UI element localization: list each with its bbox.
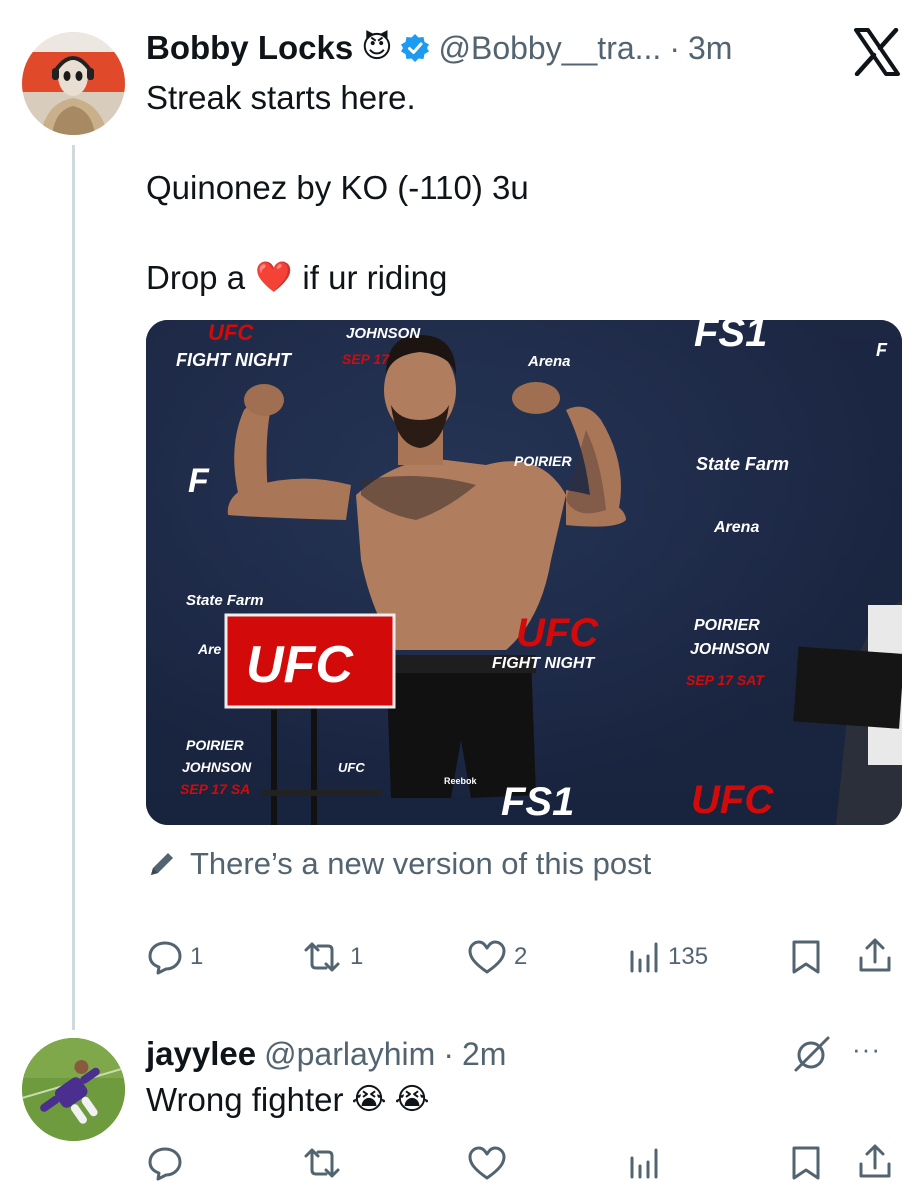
edit-notice-text: There’s a new version of this post (190, 846, 652, 881)
reply-author-handle[interactable]: @parlayhim (264, 1036, 435, 1073)
reply-repost-icon[interactable] (300, 1144, 344, 1187)
author-name[interactable]: Bobby Locks (146, 29, 353, 67)
reply-button[interactable]: 1 (146, 938, 203, 976)
reply-like-icon[interactable] (466, 1144, 508, 1187)
crying-emoji-icon-1: 😭 (351, 1083, 387, 1116)
reply-icon (146, 938, 184, 976)
like-icon (466, 938, 508, 976)
thread-line (72, 145, 75, 1030)
reply-count: 1 (190, 943, 204, 970)
backdrop-text-16: State Farm (186, 592, 264, 609)
backdrop-text-12: FIGHT NIGHT (492, 655, 595, 672)
backdrop-text-9: Arena (713, 519, 759, 536)
backdrop-text-1: UFC (208, 320, 254, 345)
backdrop-text-13: POIRIER (694, 617, 760, 634)
post-text-line-3-end: if ur riding (302, 259, 448, 296)
reply-header: jayylee @parlayhim · 2m (146, 1032, 506, 1076)
repost-count: 1 (350, 943, 364, 970)
reply-bookmark-icon[interactable] (788, 1144, 824, 1187)
backdrop-text-20: SEP 17 SA (180, 781, 250, 797)
backdrop-text-6: FS1 (694, 320, 767, 355)
bookmark-icon[interactable] (788, 938, 824, 981)
post-text-line-3: Drop a ❤️ if ur riding (146, 256, 447, 300)
backdrop-text-14: JOHNSON (690, 641, 770, 658)
backdrop-text-3: JOHNSON (346, 325, 421, 342)
author-handle[interactable]: @Bobby__tra... (438, 30, 661, 67)
backdrop-text-10: POIRIER (514, 453, 572, 469)
more-icon[interactable]: ··· (852, 1034, 881, 1065)
backdrop-text-4: SEP 17 (342, 351, 390, 367)
grok-icon[interactable] (790, 1032, 834, 1081)
reply-timestamp[interactable]: 2m (462, 1036, 506, 1073)
reply-views-icon[interactable] (628, 1144, 662, 1187)
x-logo-icon[interactable] (852, 27, 902, 77)
reply-author-name[interactable]: jayylee (146, 1035, 256, 1073)
repost-button[interactable]: 1 (300, 938, 363, 976)
backdrop-text-8: State Farm (696, 454, 789, 474)
reply-reply-icon[interactable] (146, 1144, 184, 1187)
share-icon[interactable] (856, 936, 894, 981)
backdrop-text-21: FS1 (501, 780, 574, 824)
post-header: Bobby Locks 😈 @Bobby__tra... · 3m (146, 26, 732, 70)
views-icon (628, 938, 662, 976)
post-image[interactable]: UFC FIGHT NIGHT JOHNSON SEP 17 Arena FS1… (146, 320, 902, 825)
reply-share-icon[interactable] (856, 1142, 894, 1187)
shorts-logo-text: UFC (338, 760, 365, 775)
backdrop-text-7: F (876, 340, 888, 360)
views-count: 135 (668, 943, 709, 970)
backdrop-text-22: UFC (691, 778, 774, 822)
post-text-line-1: Streak starts here. (146, 79, 416, 116)
reply-text-line: Wrong fighter 😭 😭 (146, 1078, 430, 1122)
devil-emoji-icon: 😈 (361, 31, 393, 64)
pencil-icon (146, 848, 178, 880)
repost-icon (300, 938, 344, 976)
header-separator: · (669, 29, 680, 66)
backdrop-text-17: Are (197, 641, 222, 657)
backdrop-text-19: JOHNSON (182, 759, 252, 775)
crying-emoji-icon-2: 😭 (394, 1083, 430, 1116)
like-button[interactable]: 2 (466, 938, 527, 976)
edit-notice[interactable]: There’s a new version of this post (146, 846, 651, 882)
backdrop-text-23: F (188, 462, 210, 500)
shorts-brand-text: Reebok (444, 776, 478, 786)
backdrop-text-11: UFC (516, 611, 599, 655)
red-heart-emoji-icon: ❤️ (255, 261, 293, 294)
verified-badge-icon (400, 33, 430, 63)
backdrop-text-5: Arena (527, 353, 571, 370)
author-avatar[interactable] (22, 32, 125, 135)
ufc-sign-text: UFC (246, 636, 354, 694)
backdrop-text-18: POIRIER (186, 737, 244, 753)
post-text-line-3-start: Drop a (146, 259, 246, 296)
backdrop-text-15: SEP 17 SAT (686, 672, 765, 688)
views-button[interactable]: 135 (628, 938, 708, 976)
backdrop-text-2: FIGHT NIGHT (176, 350, 293, 370)
reply-text: Wrong fighter (146, 1081, 344, 1118)
like-count: 2 (514, 943, 528, 970)
post-timestamp[interactable]: 3m (688, 30, 732, 67)
reply-author-avatar[interactable] (22, 1038, 125, 1141)
post-text-line-2: Quinonez by KO (-110) 3u (146, 169, 529, 206)
reply-header-separator: · (443, 1035, 454, 1072)
